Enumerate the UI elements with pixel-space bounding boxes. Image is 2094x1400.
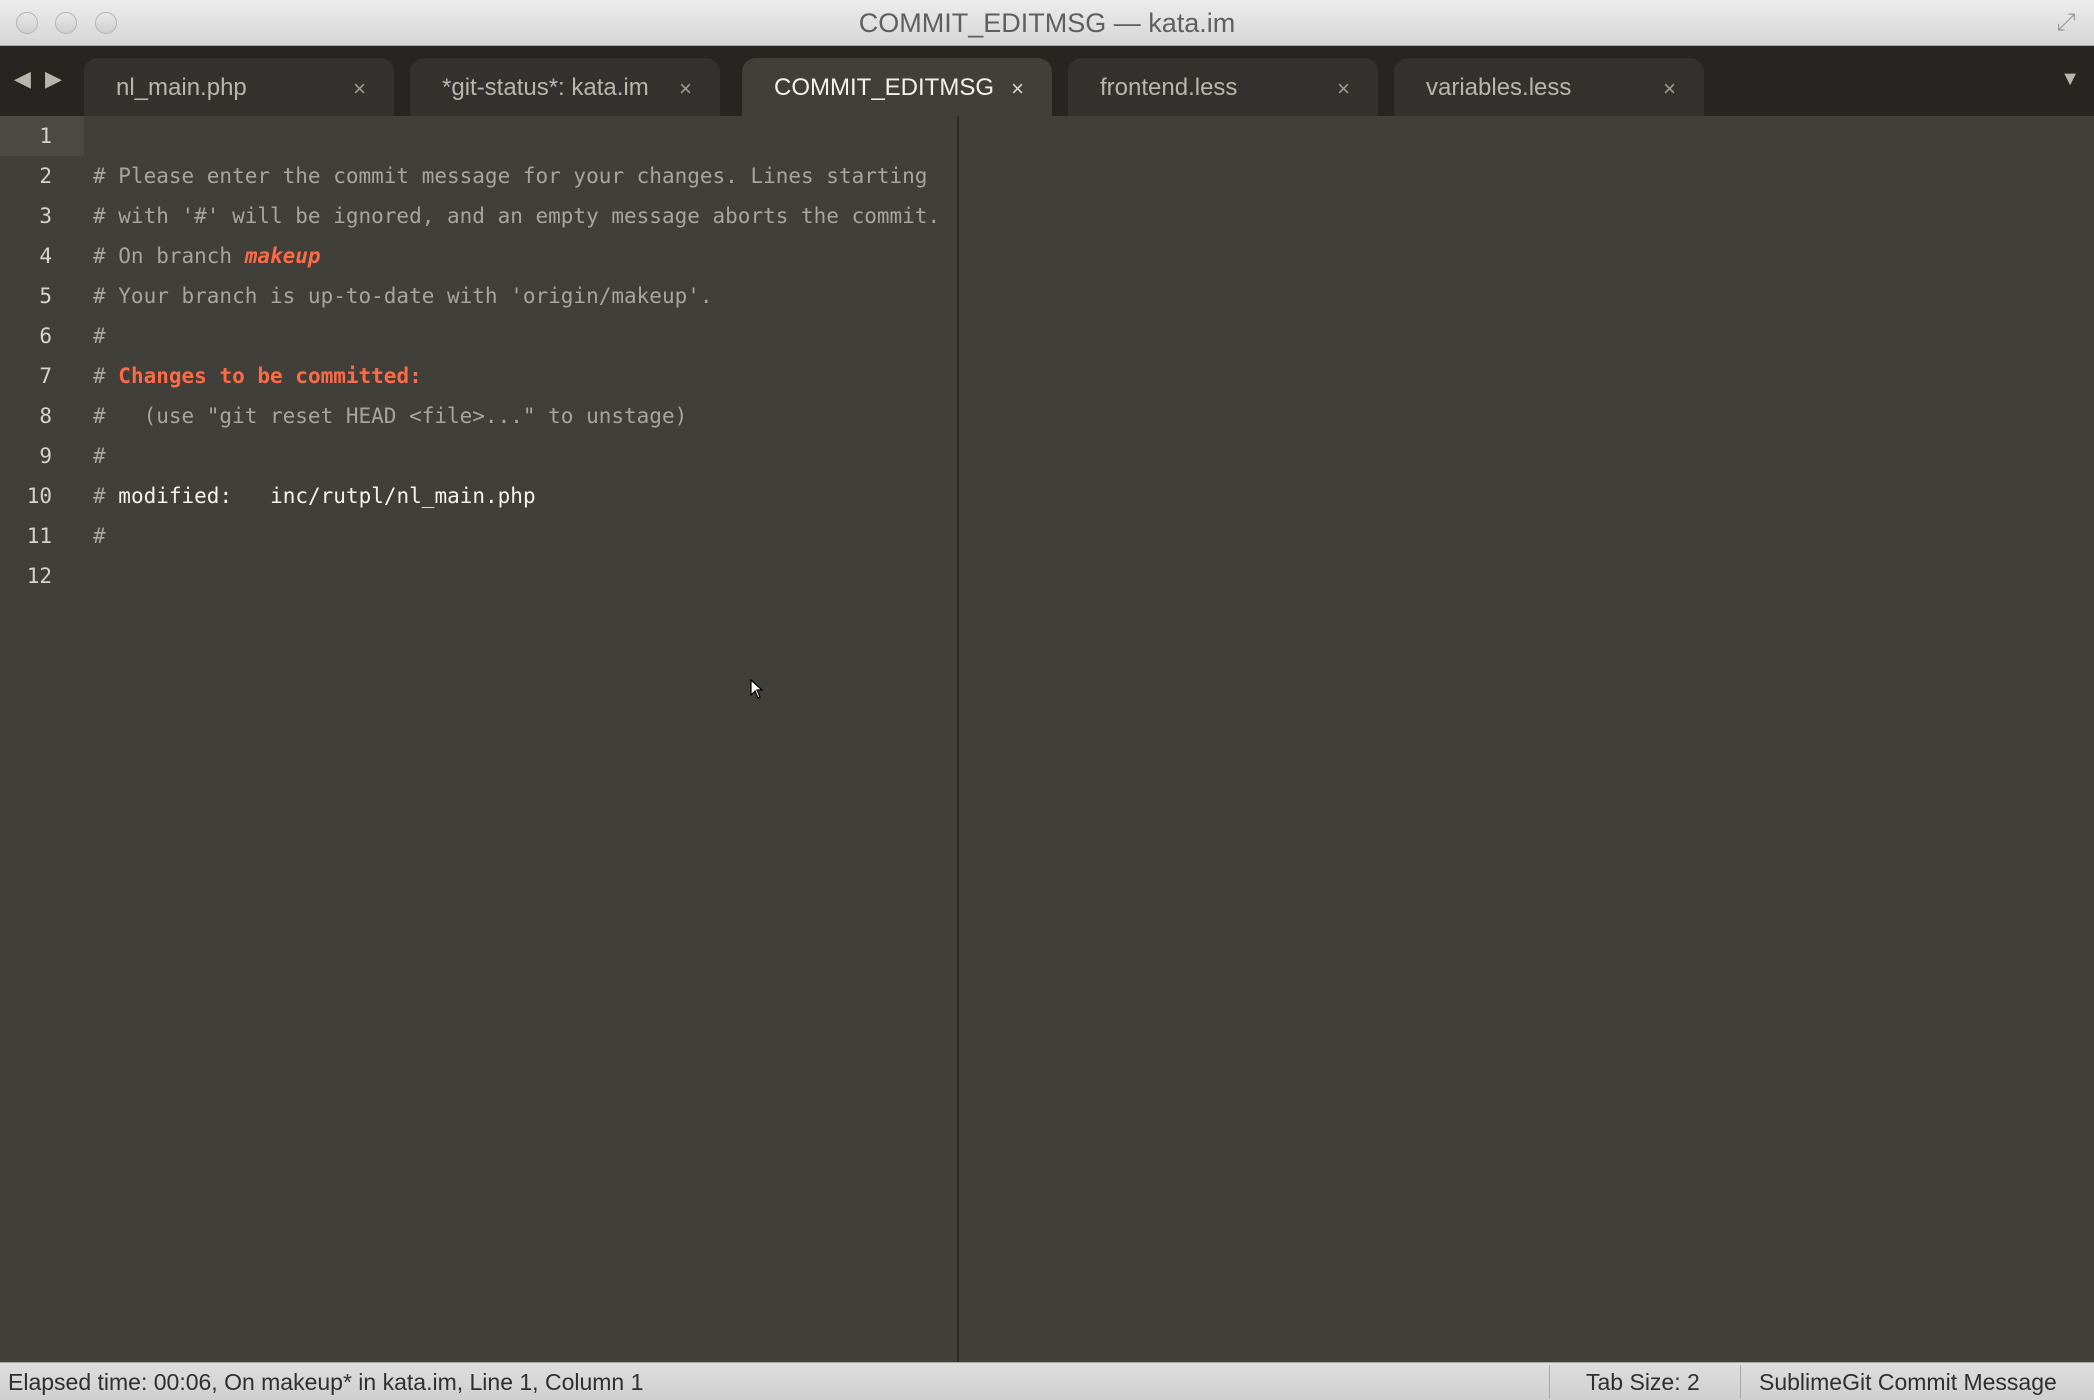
tab-close-icon[interactable]: × [1011,58,1024,120]
comment-text: # [93,364,119,388]
code-text: # [93,444,106,468]
code-line[interactable]: 10 # modified: inc/rutpl/nl_main.php [0,476,957,516]
line-number: 7 [39,364,52,388]
tab-nl-main-php[interactable]: nl_main.php × [84,58,394,116]
line-number: 6 [39,324,52,348]
branch-name: makeup [244,244,321,268]
syntax-indicator[interactable]: SublimeGit Commit Message [1759,1363,2057,1400]
status-message: Elapsed time: 00:06, On makeup* in kata.… [8,1369,644,1395]
tab-size-indicator[interactable]: Tab Size: 2 [1586,1363,1700,1400]
code-text: # (use "git reset HEAD <file>..." to uns… [93,404,688,428]
line-number: 4 [39,244,52,268]
changes-heading: Changes to be committed: [118,364,422,388]
tab-close-icon[interactable]: × [1663,58,1676,120]
code-text: # with '#' will be ignored, and an empty… [93,204,941,228]
status-separator [1549,1365,1550,1399]
code-line[interactable]: 1 [0,116,957,156]
status-separator [1740,1365,1741,1399]
mouse-pointer-icon [750,679,764,699]
line-number: 12 [26,564,52,588]
tab-label: *git-status*: kata.im [442,74,649,101]
tab-bar: ◀ ▶ nl_main.php × *git-status*: kata.im … [0,46,2094,116]
editor-window: COMMIT_EDITMSG — kata.im ⤢ ◀ ▶ nl_main.p… [0,0,2094,1400]
tab-label: nl_main.php [116,74,247,101]
code-line[interactable]: 7 # Changes to be committed: [0,356,957,396]
code-text: # modified: inc/rutpl/nl_main.php [93,476,536,516]
code-line[interactable]: 9 # [0,436,957,476]
code-line[interactable]: 3 # with '#' will be ignored, and an emp… [0,196,957,236]
tab-close-icon[interactable]: × [1337,58,1350,120]
tab-label: COMMIT_EDITMSG [774,74,994,101]
tab-variables-less[interactable]: variables.less × [1394,58,1704,116]
line-number: 10 [26,484,52,508]
line-number: 11 [26,524,52,548]
code-text: # Your branch is up-to-date with 'origin… [93,284,713,308]
modified-label: modified: [118,484,233,508]
tab-frontend-less[interactable]: frontend.less × [1068,58,1378,116]
code-text: # [93,524,106,548]
comment-text: # On branch [93,244,245,268]
line-number: 1 [39,124,52,148]
tab-close-icon[interactable]: × [353,58,366,120]
editor-pane-left[interactable]: 1 2 # Please enter the commit message fo… [0,116,957,1362]
tab-commit-editmsg[interactable]: COMMIT_EDITMSG × [742,58,1052,116]
code-line[interactable]: 6 # [0,316,957,356]
code-line[interactable]: 11 # [0,516,957,556]
fullscreen-icon[interactable]: ⤢ [2052,10,2080,36]
line-number: 3 [39,204,52,228]
code-line[interactable]: 8 # (use "git reset HEAD <file>..." to u… [0,396,957,436]
tab-label: variables.less [1426,74,1572,101]
modified-file-path: inc/rutpl/nl_main.php [270,484,536,508]
editor-pane-right[interactable] [959,116,2094,1362]
line-number: 2 [39,164,52,188]
code-text: # Please enter the commit message for yo… [93,164,928,188]
comment-text: # [93,484,119,508]
code-line[interactable]: 12 [0,556,957,596]
status-bar: Elapsed time: 00:06, On makeup* in kata.… [0,1362,2094,1400]
tab-label: frontend.less [1100,74,1238,101]
forward-arrow-icon[interactable]: ▶ [45,66,62,92]
tab-git-status[interactable]: *git-status*: kata.im × [410,58,720,116]
tab-close-icon[interactable]: × [679,58,692,120]
title-bar: COMMIT_EDITMSG — kata.im ⤢ [0,0,2094,46]
tab-menu-chevron-down-icon[interactable]: ▼ [2060,66,2080,92]
code-line[interactable]: 2 # Please enter the commit message for … [0,156,957,196]
code-line[interactable]: 4 # On branch makeup [0,236,957,276]
line-number: 8 [39,404,52,428]
line-number: 9 [39,444,52,468]
window-title: COMMIT_EDITMSG — kata.im [858,8,1236,38]
code-line[interactable]: 5 # Your branch is up-to-date with 'orig… [0,276,957,316]
back-arrow-icon[interactable]: ◀ [14,66,31,92]
code-text: # Changes to be committed: [93,356,422,396]
code-text: # On branch makeup [93,236,321,276]
code-text: # [93,324,106,348]
line-number: 5 [39,284,52,308]
